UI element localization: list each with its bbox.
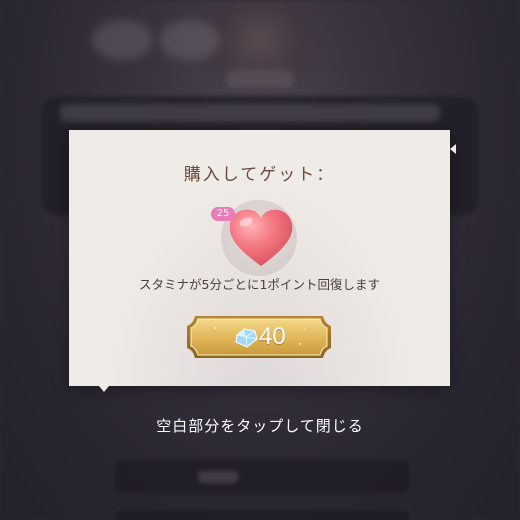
buy-button[interactable]: 40 (185, 314, 333, 360)
item-description: スタミナが5分ごとに1ポイント回復します (139, 277, 380, 292)
tap-to-close-hint[interactable]: 空白部分をタップして閉じる (0, 415, 520, 436)
heart-icon (229, 209, 293, 266)
gem-icon (235, 328, 258, 348)
stamina-item: 25 (211, 200, 299, 280)
purchase-dialog: 購入してゲット： 25 スタミナが5分ごとに1ポイント回復します 40 (69, 130, 456, 392)
item-count-badge: 25 (211, 207, 235, 221)
dialog-title: 購入してゲット： (183, 165, 336, 185)
dialog-corner-ornament-bottom (99, 386, 109, 392)
dialog-corner-ornament (450, 144, 456, 154)
price-label: 40 (259, 323, 286, 350)
